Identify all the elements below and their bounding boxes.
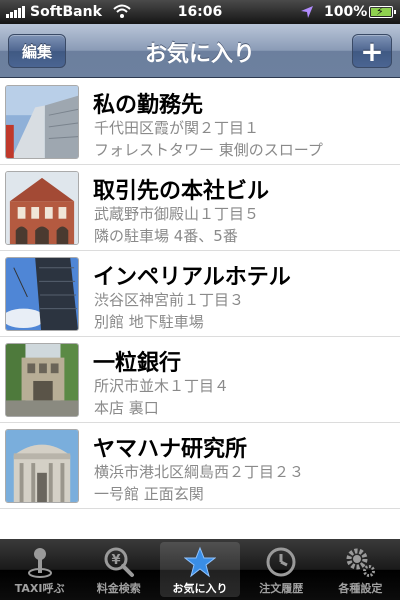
- tab-taxi[interactable]: TAXI呼ぶ: [0, 539, 79, 600]
- tab-settings[interactable]: 各種設定: [321, 539, 400, 600]
- list-item[interactable]: 私の勤務先 千代田区霞が関２丁目１ フォレストタワー 東側のスロープ: [0, 79, 400, 165]
- item-note: 一号館 正面玄関: [94, 485, 204, 503]
- item-address: 千代田区霞が関２丁目１: [94, 119, 260, 137]
- item-title: 私の勤務先: [93, 93, 204, 118]
- item-address: 渋谷区神宮前１丁目３: [94, 291, 245, 309]
- list-item[interactable]: 一粒銀行 所沢市並木１丁目４ 本店 裏口: [0, 337, 400, 423]
- taxi-pin-icon: [27, 548, 52, 578]
- gear-icon: [346, 548, 376, 577]
- item-title: 一粒銀行: [93, 351, 182, 376]
- svg-text:¥: ¥: [111, 553, 120, 568]
- item-title: 取引先の本社ビル: [93, 179, 270, 204]
- favorites-list: 私の勤務先 千代田区霞が関２丁目１ フォレストタワー 東側のスロープ 取引先の本…: [0, 79, 400, 539]
- item-address: 武蔵野市御殿山１丁目５: [94, 205, 260, 223]
- list-item[interactable]: インペリアルホテル 渋谷区神宮前１丁目３ 別館 地下駐車場: [0, 251, 400, 337]
- tab-order-history[interactable]: 注文履歴: [242, 539, 321, 600]
- bank-building-photo: [5, 343, 79, 417]
- status-bar: SoftBank 16:06 100% ⚡: [0, 0, 400, 24]
- tab-label: TAXI呼ぶ: [14, 582, 65, 595]
- item-address: 所沢市並木１丁目４: [94, 377, 230, 395]
- tab-bar: TAXI呼ぶ ¥ 料金検索 お気に入り 注文履歴 各種設定: [0, 539, 400, 600]
- tab-favorites[interactable]: お気に入り: [160, 542, 240, 597]
- battery-percent: 100%: [324, 4, 368, 20]
- battery-icon: ⚡: [369, 5, 396, 18]
- list-item[interactable]: 取引先の本社ビル 武蔵野市御殿山１丁目５ 隣の駐車場 4番、5番: [0, 165, 400, 251]
- item-title: インペリアルホテル: [93, 265, 291, 290]
- clock-icon: [266, 547, 296, 577]
- item-title: ヤマハナ研究所: [93, 437, 248, 462]
- item-note: フォレストタワー 東側のスロープ: [94, 141, 323, 159]
- institute-building-photo: [5, 429, 79, 503]
- item-note: 本店 裏口: [94, 399, 159, 417]
- location-arrow-icon: [301, 6, 313, 18]
- item-note: 別館 地下駐車場: [94, 313, 204, 331]
- tab-fare-search[interactable]: ¥ 料金検索: [79, 539, 158, 600]
- brick-building-photo: [5, 171, 79, 245]
- yen-search-icon: ¥: [104, 547, 134, 577]
- star-icon: [184, 546, 216, 578]
- tab-label: 各種設定: [338, 582, 383, 595]
- office-tower-photo: [5, 85, 79, 159]
- item-address: 横浜市港北区綱島西２丁目２３: [94, 463, 305, 481]
- add-button[interactable]: +: [352, 34, 392, 68]
- tab-label: お気に入り: [172, 582, 228, 595]
- tab-label: 料金検索: [96, 582, 141, 595]
- list-item[interactable]: ヤマハナ研究所 横浜市港北区綱島西２丁目２３ 一号館 正面玄関: [0, 423, 400, 509]
- page-title: お気に入り: [144, 42, 255, 67]
- navigation-bar: 編集 お気に入り +: [0, 24, 400, 78]
- hotel-tower-photo: [5, 257, 79, 331]
- tab-label: 注文履歴: [259, 582, 304, 595]
- item-note: 隣の駐車場 4番、5番: [94, 227, 238, 245]
